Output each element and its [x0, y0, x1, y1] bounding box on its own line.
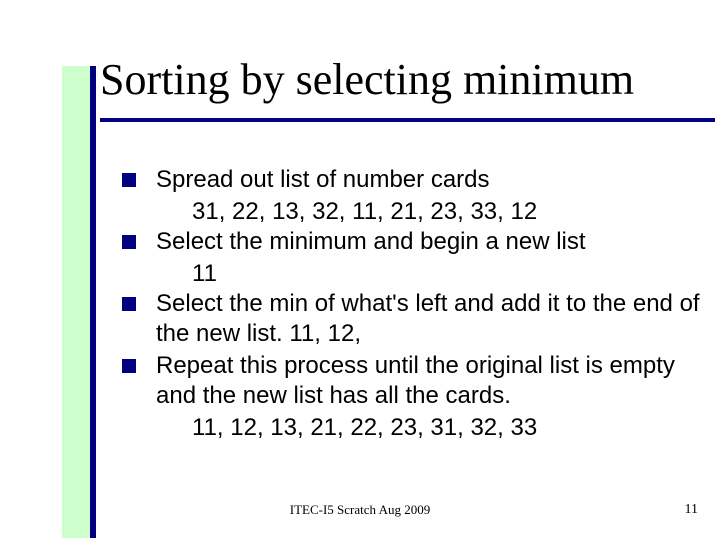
list-item: Select the minimum and begin a new list	[100, 227, 700, 257]
list-item-subtext: 31, 22, 13, 32, 11, 21, 23, 33, 12	[192, 197, 700, 227]
square-bullet-icon	[122, 297, 136, 311]
list-item-text: Select the min of what's left and add it…	[156, 289, 700, 349]
list-item-text: Select the minimum and begin a new list	[156, 227, 586, 257]
list-item: Select the min of what's left and add it…	[100, 289, 700, 349]
square-bullet-icon	[122, 359, 136, 373]
side-navy-bar	[90, 66, 96, 538]
slide-title: Sorting by selecting minimum	[100, 54, 634, 105]
slide: Sorting by selecting minimum Spread out …	[0, 0, 720, 540]
list-item-text: Repeat this process until the original l…	[156, 351, 700, 411]
square-bullet-icon	[122, 235, 136, 249]
list-item-subtext: 11	[192, 259, 700, 289]
list-item-text: Spread out list of number cards	[156, 165, 490, 195]
footer-text: ITEC-I5 Scratch Aug 2009	[0, 502, 720, 518]
square-bullet-icon	[122, 173, 136, 187]
title-underline	[100, 118, 715, 122]
list-item: Spread out list of number cards	[100, 165, 700, 195]
side-green-bar	[62, 66, 90, 538]
list-item: Repeat this process until the original l…	[100, 351, 700, 411]
page-number: 11	[685, 502, 698, 518]
side-decoration	[0, 0, 100, 540]
content-area: Spread out list of number cards 31, 22, …	[100, 165, 700, 443]
list-item-subtext: 11, 12, 13, 21, 22, 23, 31, 32, 33	[192, 413, 700, 443]
